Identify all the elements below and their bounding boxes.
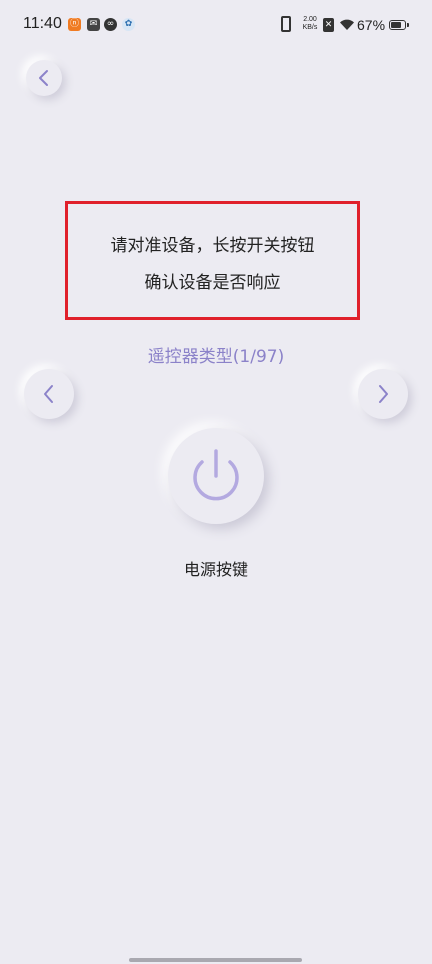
app-notification-icon: ⓝ — [68, 18, 81, 31]
status-bar: 11:40 ⓝ ✉ ∞ ✿ 2.00 KB/s ✕ 67% — [0, 0, 432, 50]
chevron-left-icon — [39, 70, 48, 86]
message-icon: ✉ — [87, 18, 100, 31]
battery-percent: 67% — [357, 17, 386, 33]
chevron-right-icon — [379, 385, 388, 403]
power-button[interactable] — [168, 428, 264, 524]
back-button[interactable] — [26, 60, 62, 96]
link-icon: ∞ — [104, 18, 117, 31]
chevron-left-icon — [44, 385, 53, 403]
next-remote-button[interactable] — [358, 369, 408, 419]
assistant-icon: ✿ — [122, 18, 135, 31]
no-sim-icon: ✕ — [323, 18, 334, 32]
power-icon — [193, 449, 239, 501]
previous-remote-button[interactable] — [24, 369, 74, 419]
instruction-box: 请对准设备，长按开关按钮 确认设备是否响应 — [65, 201, 360, 320]
vibrate-icon — [281, 16, 291, 32]
home-indicator[interactable] — [129, 958, 302, 962]
instruction-line-2: 确认设备是否响应 — [144, 273, 281, 293]
instruction-line-1: 请对准设备，长按开关按钮 — [110, 236, 315, 256]
network-speed: 2.00 KB/s — [302, 16, 318, 31]
status-time: 11:40 — [23, 15, 62, 32]
remote-type-label: 遥控器类型(1/97) — [147, 347, 285, 367]
wifi-icon — [340, 19, 354, 30]
battery-icon — [389, 20, 409, 30]
power-button-label: 电源按键 — [183, 560, 248, 579]
